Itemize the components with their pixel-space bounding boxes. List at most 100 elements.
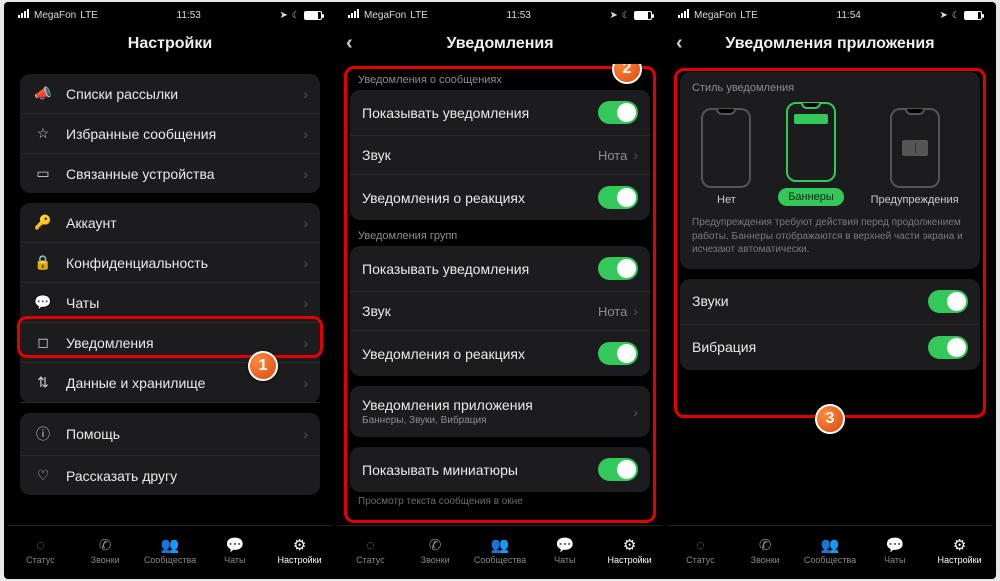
row-vibration[interactable]: Вибрация — [680, 325, 980, 370]
row-label: Звук — [362, 303, 598, 319]
tab-community[interactable]: 👥Сообщества — [798, 526, 863, 575]
back-button[interactable]: ‹ — [346, 32, 353, 55]
chevron-right-icon: › — [303, 86, 308, 102]
row-tell-friend[interactable]: ♡ Рассказать другу — [20, 456, 320, 495]
carrier-label: MegaFon — [364, 10, 406, 21]
chevron-right-icon: › — [303, 166, 308, 182]
tab-status[interactable]: ◌Статус — [8, 526, 73, 575]
row-starred-messages[interactable]: ☆ Избранные сообщения › — [20, 114, 320, 154]
signal-icon — [348, 9, 360, 21]
toggle-on[interactable] — [598, 458, 638, 481]
panel-title: Стиль уведомления — [688, 82, 972, 102]
section-label: Уведомления групп — [338, 220, 662, 246]
network-label: LTE — [410, 10, 428, 21]
row-sounds[interactable]: Звуки — [680, 279, 980, 325]
tab-settings[interactable]: ⚙Настройки — [927, 526, 992, 575]
tab-status[interactable]: ◌Статус — [668, 526, 733, 575]
status-bar: MegaFon LTE 11:54 ➤ ☾ — [668, 6, 992, 24]
row-label: Звук — [362, 147, 598, 163]
row-help[interactable]: ⓘ Помощь › — [20, 413, 320, 456]
row-chats[interactable]: 💬 Чаты › — [20, 283, 320, 323]
row-reaction-notifications-group[interactable]: Уведомления о реакциях — [350, 331, 650, 376]
calls-icon: ✆ — [99, 536, 112, 554]
chevron-right-icon: › — [303, 295, 308, 311]
tab-chats[interactable]: 💬Чаты — [202, 526, 267, 575]
row-app-notifications[interactable]: Уведомления приложения Баннеры, Звуки, В… — [350, 386, 650, 437]
dnd-icon: ☾ — [952, 10, 960, 21]
toggle-on[interactable] — [598, 342, 638, 365]
row-reaction-notifications[interactable]: Уведомления о реакциях — [350, 175, 650, 220]
location-icon: ➤ — [280, 10, 288, 21]
settings-group-1: 📣 Списки рассылки › ☆ Избранные сообщени… — [20, 74, 320, 193]
app-notif-group: Уведомления приложения Баннеры, Звуки, В… — [350, 386, 650, 437]
chevron-right-icon: › — [303, 215, 308, 231]
row-account[interactable]: 🔑 Аккаунт › — [20, 203, 320, 243]
row-show-notifications-group[interactable]: Показывать уведомления — [350, 246, 650, 292]
toggle-on[interactable] — [928, 336, 968, 359]
tab-settings[interactable]: ⚙Настройки — [267, 526, 332, 575]
dnd-icon: ☾ — [622, 10, 630, 21]
page-title: ‹ Уведомления приложения — [668, 24, 992, 64]
toggle-on[interactable] — [928, 290, 968, 313]
row-label: Конфиденциальность — [66, 255, 303, 271]
laptop-icon: ▭ — [32, 165, 54, 182]
row-linked-devices[interactable]: ▭ Связанные устройства › — [20, 154, 320, 193]
chats-icon: 💬 — [225, 536, 244, 554]
style-option-alerts[interactable]: Предупреждения — [871, 108, 959, 206]
status-icon: ◌ — [366, 537, 375, 554]
tab-chats[interactable]: 💬Чаты — [862, 526, 927, 575]
tab-calls[interactable]: ✆Звонки — [73, 526, 138, 575]
row-privacy[interactable]: 🔒 Конфиденциальность › — [20, 243, 320, 283]
tab-status[interactable]: ◌Статус — [338, 526, 403, 575]
row-label: Показывать миниатюры — [362, 462, 598, 478]
tab-chats[interactable]: 💬Чаты — [532, 526, 597, 575]
status-bar: MegaFon LTE 11:53 ➤ ☾ — [338, 6, 662, 24]
tab-community[interactable]: 👥Сообщества — [468, 526, 533, 575]
chevron-right-icon: › — [303, 375, 308, 391]
battery-icon — [634, 11, 652, 20]
style-label: Нет — [717, 194, 736, 206]
chat-icon: 💬 — [32, 294, 54, 311]
chevron-right-icon: › — [303, 335, 308, 351]
back-button[interactable]: ‹ — [676, 32, 683, 55]
chats-icon: 💬 — [555, 536, 574, 554]
calls-icon: ✆ — [429, 536, 442, 554]
star-icon: ☆ — [32, 125, 54, 142]
row-show-notifications[interactable]: Показывать уведомления — [350, 90, 650, 136]
thumb-group: Показывать миниатюры — [350, 447, 650, 492]
tab-bar: ◌Статус ✆Звонки 👥Сообщества 💬Чаты ⚙Настр… — [338, 525, 662, 575]
row-sound-group[interactable]: Звук Нота › — [350, 292, 650, 331]
clock: 11:54 — [758, 10, 940, 21]
gear-icon: ⚙ — [623, 536, 636, 554]
clock: 11:53 — [98, 10, 280, 21]
style-label: Баннеры — [778, 188, 844, 206]
row-sublabel: Баннеры, Звуки, Вибрация — [362, 415, 633, 426]
toggle-on[interactable] — [598, 257, 638, 280]
toggle-on[interactable] — [598, 101, 638, 124]
toggle-on[interactable] — [598, 186, 638, 209]
tab-calls[interactable]: ✆Звонки — [733, 526, 798, 575]
page-title: Настройки — [8, 24, 332, 64]
gear-icon: ⚙ — [953, 536, 966, 554]
row-value: Нота — [598, 304, 627, 319]
chevron-right-icon: › — [633, 303, 638, 319]
lock-icon: 🔒 — [32, 254, 54, 271]
settings-group-2: 🔑 Аккаунт › 🔒 Конфиденциальность › 💬 Чат… — [20, 203, 320, 403]
row-sound[interactable]: Звук Нота › — [350, 136, 650, 175]
tab-calls[interactable]: ✆Звонки — [403, 526, 468, 575]
calls-icon: ✆ — [759, 536, 772, 554]
row-broadcast-lists[interactable]: 📣 Списки рассылки › — [20, 74, 320, 114]
row-label: Чаты — [66, 295, 303, 311]
row-show-thumbnails[interactable]: Показывать миниатюры — [350, 447, 650, 492]
style-option-banners[interactable]: Баннеры — [778, 102, 844, 206]
bell-icon: ◻︎ — [32, 334, 54, 351]
style-option-none[interactable]: Нет — [701, 108, 751, 206]
tab-community[interactable]: 👥Сообщества — [138, 526, 203, 575]
location-icon: ➤ — [610, 10, 618, 21]
status-bar: MegaFon LTE 11:53 ➤ ☾ — [8, 6, 332, 24]
status-icon: ◌ — [36, 537, 45, 554]
tab-bar: ◌Статус ✆Звонки 👥Сообщества 💬Чаты ⚙Настр… — [668, 525, 992, 575]
carrier-label: MegaFon — [34, 10, 76, 21]
tab-settings[interactable]: ⚙Настройки — [597, 526, 662, 575]
chevron-right-icon: › — [303, 126, 308, 142]
